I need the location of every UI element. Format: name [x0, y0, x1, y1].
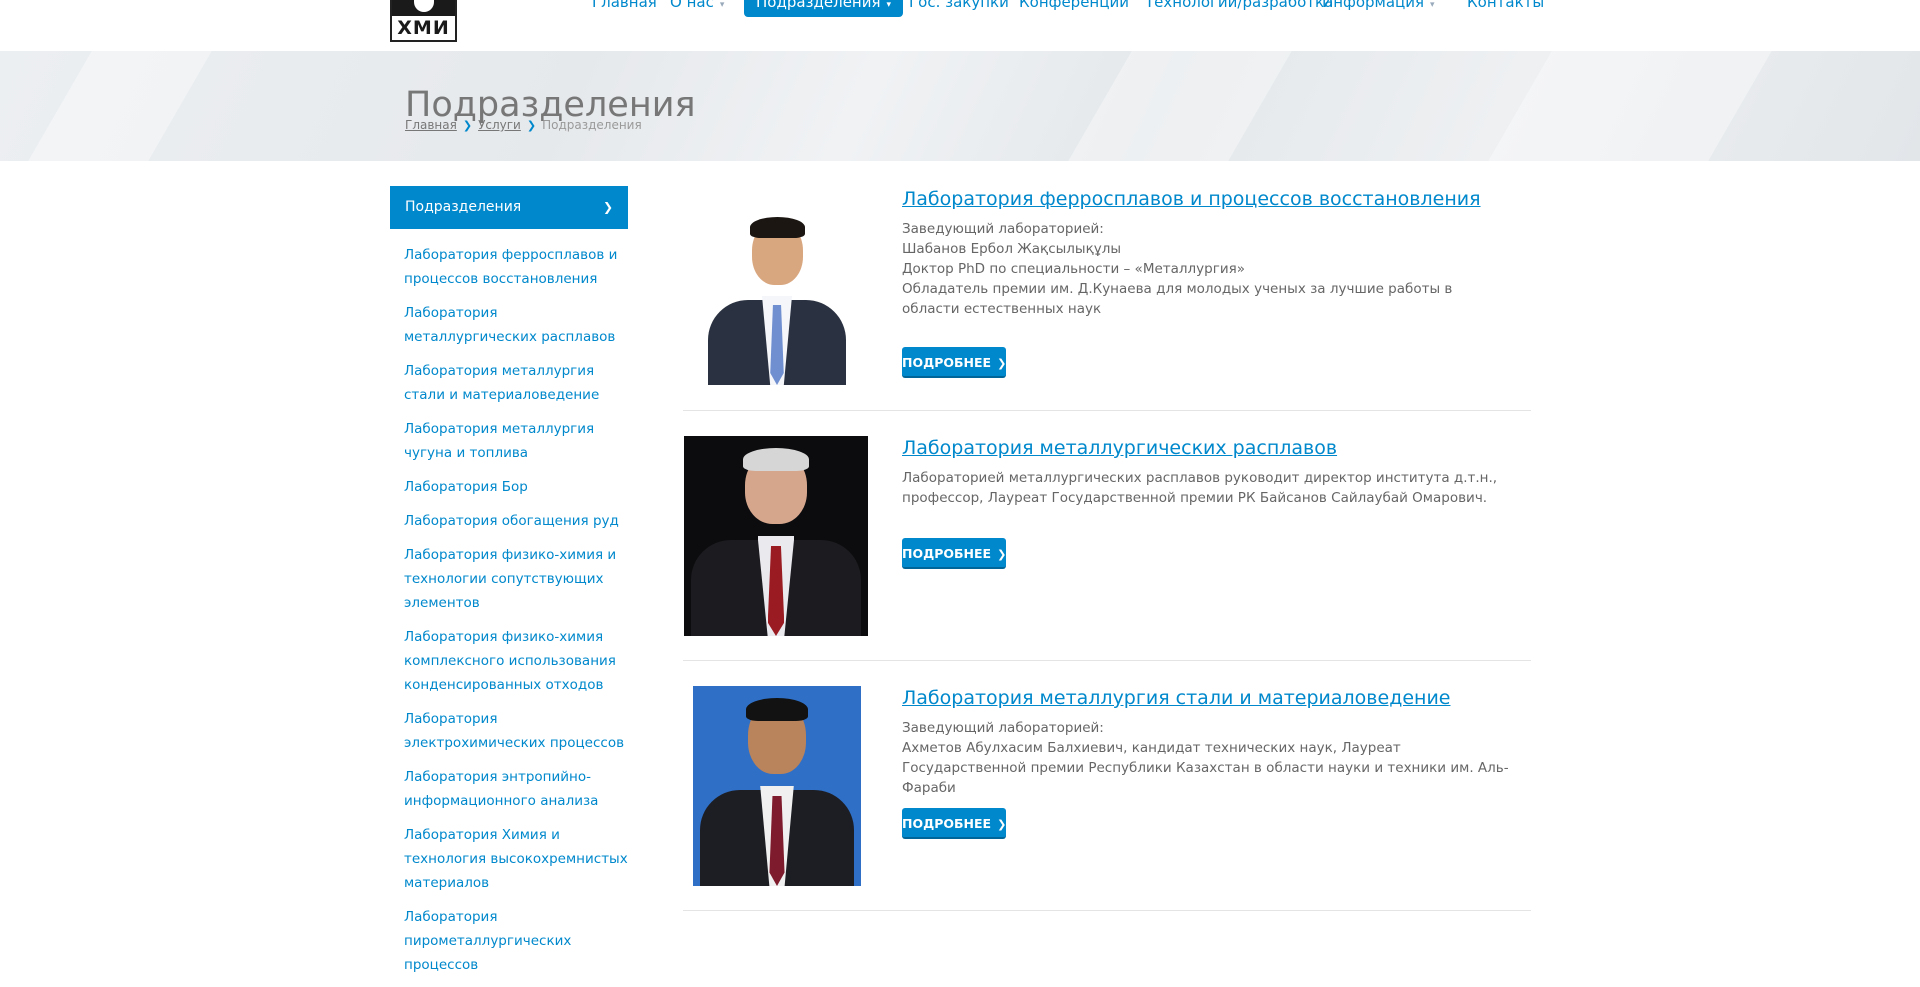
more-button[interactable]: ПОДРОБНЕЕ ❯ — [902, 347, 1006, 378]
chevron-down-icon: ❯ — [602, 200, 613, 214]
sidebar-item[interactable]: Лаборатория пирометаллургических процесс… — [404, 905, 629, 977]
decorative-shard — [28, 51, 212, 161]
lab-description-line: Ахметов Абулхасим Балхиевич, кандидат те… — [902, 740, 1509, 796]
lab-head-photo[interactable] — [702, 207, 852, 385]
page-title-band: Подразделения Главная ❯ Услуги ❯ Подразделен… — [0, 51, 1920, 161]
nav-item-3[interactable]: Гос. закупки — [897, 0, 1021, 17]
breadcrumb-home[interactable]: Главная — [405, 118, 457, 132]
nav-item-label: О нас — [670, 0, 714, 11]
sidebar-item[interactable]: Лаборатория ферросплавов и процессов вос… — [404, 243, 629, 291]
lab-description: Заведующий лабораторией: Ахметов Абулхаси… — [902, 718, 1512, 798]
lab-description-line: Заведующий лабораторией: — [902, 720, 1104, 736]
logo-text: ХМИ — [397, 17, 450, 39]
lab-description-line: Обладатель премии им. Д.Кунаева для моло… — [902, 281, 1453, 317]
sidebar-heading[interactable]: Подразделения ❯ — [390, 186, 628, 229]
breadcrumb-services[interactable]: Услуги — [478, 118, 521, 132]
site-logo[interactable]: ХМИ — [390, 0, 457, 42]
chevron-right-icon: ❯ — [526, 119, 537, 132]
sidebar-item[interactable]: Лаборатория металлургия чугуна и топлива — [404, 417, 629, 465]
lab-description-line: Заведующий лабораторией: — [902, 221, 1104, 237]
logo-mark-icon — [392, 0, 455, 16]
sidebar-item[interactable]: Лаборатория физико-химия комплексного ис… — [404, 625, 629, 697]
lab-card: Лаборатория металлургия стали и материал… — [683, 660, 1531, 911]
chevron-right-icon: ❯ — [462, 119, 473, 132]
nav-item-6[interactable]: Информация ▾ — [1310, 0, 1447, 17]
nav-item-2[interactable]: Подразделения ▾ — [744, 0, 904, 17]
breadcrumb-current: Подразделения — [542, 118, 642, 132]
nav-item-7[interactable]: Контакты — [1455, 0, 1556, 17]
lab-description: Лабораторией металлургических расплавов … — [902, 468, 1512, 508]
sidebar-item[interactable]: Лаборатория металлургия стали и материал… — [404, 359, 629, 407]
chevron-down-icon: ▾ — [719, 0, 725, 10]
lab-head-photo[interactable] — [684, 436, 868, 636]
sidebar-item[interactable]: Лаборатория электрохимических процессов — [404, 707, 629, 755]
more-button[interactable]: ПОДРОБНЕЕ ❯ — [902, 538, 1006, 569]
sidebar: Подразделения ❯ Лаборатория ферросплавов… — [390, 186, 628, 987]
nav-item-label: Подразделения — [756, 0, 881, 11]
sidebar-item[interactable]: Лаборатория энтропийно-информационного а… — [404, 765, 629, 813]
nav-item-4[interactable]: Конференции — [1007, 0, 1141, 17]
lab-description-line: Лабораторией металлургических расплавов … — [902, 470, 1498, 506]
decorative-shard — [1068, 51, 1292, 161]
sidebar-heading-label: Подразделения — [405, 199, 522, 215]
lab-title-link[interactable]: Лаборатория металлургических расплавов — [902, 437, 1337, 459]
lab-card: Лаборатория металлургических расплавов Ла… — [683, 410, 1531, 661]
breadcrumb: Главная ❯ Услуги ❯ Подразделения — [405, 118, 642, 132]
more-button-label: ПОДРОБНЕЕ — [902, 546, 992, 561]
nav-item-label: Контакты — [1467, 0, 1545, 11]
nav-item-label: Гос. закупки — [909, 0, 1009, 11]
sidebar-item[interactable]: Лаборатория Бор — [404, 475, 629, 499]
more-button-label: ПОДРОБНЕЕ — [902, 355, 992, 370]
nav-item-label: Конференции — [1019, 0, 1129, 11]
chevron-down-icon: ▾ — [886, 0, 892, 10]
lab-title-link[interactable]: Лаборатория металлургия стали и материал… — [902, 687, 1450, 709]
more-button-label: ПОДРОБНЕЕ — [902, 816, 992, 831]
lab-description: Заведующий лабораторией: Шабанов Ербол Жа… — [902, 219, 1512, 319]
chevron-right-icon: ❯ — [997, 357, 1007, 370]
lab-head-photo[interactable] — [693, 686, 861, 886]
lab-description-line: Доктор PhD по специальности – «Металлург… — [902, 261, 1245, 277]
more-button[interactable]: ПОДРОБНЕЕ ❯ — [902, 808, 1006, 839]
nav-item-label: Информация — [1322, 0, 1425, 11]
sidebar-item[interactable]: Лаборатория физико-химия и технологии со… — [404, 543, 629, 615]
sidebar-item[interactable]: Лаборатория Химия и технология высокохре… — [404, 823, 629, 895]
sidebar-item[interactable]: Лаборатория металлургических расплавов — [404, 301, 629, 349]
chevron-right-icon: ❯ — [997, 818, 1007, 831]
chevron-down-icon: ▾ — [1430, 0, 1435, 10]
nav-item-label: Главная — [592, 0, 657, 11]
sidebar-list: Лаборатория ферросплавов и процессов вос… — [390, 229, 628, 977]
lab-title-link[interactable]: Лаборатория ферросплавов и процессов вос… — [902, 188, 1481, 210]
decorative-shard — [1488, 51, 1772, 161]
lab-card: Лаборатория ферросплавов и процессов вос… — [683, 186, 1531, 411]
chevron-right-icon: ❯ — [997, 548, 1007, 561]
site-header: ХМИ Главная О нас ▾ Подразделения ▾ Гос. заку… — [0, 0, 1920, 52]
nav-item-label: Технологии/разработка — [1145, 0, 1334, 11]
lab-description-line: Шабанов Ербол Жақсылықұлы — [902, 241, 1122, 257]
nav-item-1[interactable]: О нас ▾ — [658, 0, 736, 17]
nav-item-0[interactable]: Главная — [580, 0, 669, 17]
sidebar-item[interactable]: Лаборатория обогащения руд — [404, 509, 629, 533]
